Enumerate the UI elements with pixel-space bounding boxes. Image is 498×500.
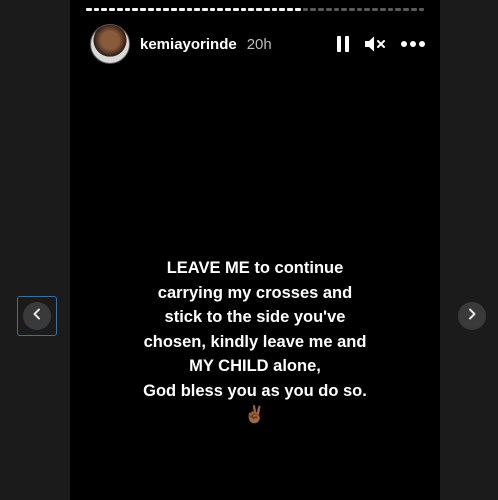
progress-segment — [379, 8, 386, 11]
progress-segment — [248, 8, 255, 11]
progress-segment — [202, 8, 208, 11]
peace-hand-emoji: ✌🏾 — [244, 405, 266, 424]
previous-story-focus — [17, 296, 57, 336]
progress-segment — [124, 8, 131, 11]
progress-segment — [155, 8, 162, 11]
progress-segment — [194, 8, 201, 11]
more-dots-icon[interactable] — [400, 40, 426, 48]
progress-segment — [101, 8, 108, 11]
progress-segment — [171, 8, 177, 11]
progress-segment — [325, 8, 332, 11]
progress-segment — [132, 8, 139, 11]
story-viewer[interactable]: kemiayorinde 20h LEAVE ME to continue ca… — [70, 0, 440, 500]
progress-segment — [209, 8, 216, 11]
story-line: carrying my crosses and — [157, 283, 353, 302]
progress-segment — [109, 8, 115, 11]
progress-segment — [240, 8, 247, 11]
story-header: kemiayorinde 20h — [90, 24, 426, 64]
story-line: chosen, kindly leave me and — [143, 332, 367, 351]
muted-speaker-icon[interactable] — [364, 35, 386, 53]
progress-segment — [333, 8, 340, 11]
progress-segment — [294, 8, 301, 11]
progress-segment — [372, 8, 378, 11]
progress-segment — [403, 8, 409, 11]
chevron-right-icon — [466, 307, 478, 325]
progress-segment — [364, 8, 371, 11]
progress-segment — [256, 8, 262, 11]
progress-segment — [356, 8, 363, 11]
progress-segment — [217, 8, 224, 11]
avatar[interactable] — [90, 24, 130, 64]
progress-segment — [147, 8, 154, 11]
next-story-button[interactable] — [458, 302, 486, 330]
progress-segment — [310, 8, 317, 11]
previous-story-button[interactable] — [23, 302, 51, 330]
progress-segment — [271, 8, 278, 11]
story-text: LEAVE ME to continue carrying my crosses… — [70, 256, 440, 427]
progress-segment — [287, 8, 293, 11]
progress-segment — [163, 8, 170, 11]
progress-segment — [140, 8, 146, 11]
progress-segment — [279, 8, 286, 11]
progress-segment — [86, 8, 92, 11]
progress-segment — [178, 8, 185, 11]
story-line: MY CHILD alone, — [189, 357, 321, 375]
username[interactable]: kemiayorinde — [140, 36, 237, 53]
progress-segment — [93, 8, 100, 11]
progress-segment — [341, 8, 347, 11]
progress-segment — [232, 8, 239, 11]
progress-segment — [387, 8, 394, 11]
progress-segment — [410, 8, 417, 11]
progress-segment — [418, 8, 425, 11]
progress-segment — [302, 8, 309, 11]
progress-segment — [225, 8, 231, 11]
progress-segment — [348, 8, 355, 11]
progress-segment — [318, 8, 324, 11]
progress-segment — [116, 8, 123, 11]
pause-icon[interactable] — [336, 35, 350, 53]
post-time: 20h — [246, 35, 272, 53]
progress-segment — [263, 8, 270, 11]
story-progress-bar — [86, 8, 425, 11]
story-line: LEAVE ME to continue — [166, 259, 344, 277]
story-line: God bless you as you do so. — [143, 381, 367, 400]
story-line: stick to the side you've — [164, 308, 346, 326]
progress-segment — [186, 8, 193, 11]
chevron-left-icon — [31, 307, 43, 325]
progress-segment — [395, 8, 402, 11]
story-controls — [336, 35, 426, 53]
